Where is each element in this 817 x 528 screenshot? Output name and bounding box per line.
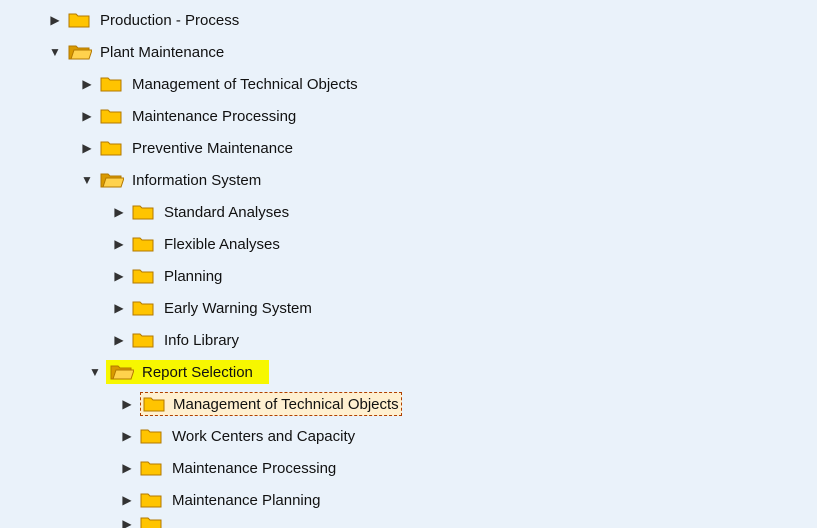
folder-closed-icon	[140, 516, 164, 528]
folder-closed-icon	[100, 74, 124, 94]
tree-label: Maintenance Planning	[172, 492, 320, 509]
expand-arrow-icon[interactable]: ▶	[80, 77, 94, 91]
folder-closed-icon	[68, 10, 92, 30]
folder-closed-icon	[132, 330, 156, 350]
folder-closed-icon	[140, 426, 164, 446]
expand-arrow-icon[interactable]: ▶	[120, 517, 134, 528]
tree-label: Management of Technical Objects	[132, 76, 358, 93]
tree-node-preventive-maintenance[interactable]: ▶ Preventive Maintenance	[0, 132, 817, 164]
expand-arrow-icon[interactable]: ▶	[80, 109, 94, 123]
selection-box: Management of Technical Objects	[140, 392, 402, 416]
tree-node-early-warning[interactable]: ▶ Early Warning System	[0, 292, 817, 324]
tree-label: Production - Process	[100, 12, 239, 29]
folder-closed-icon	[132, 266, 156, 286]
tree-node-cutoff[interactable]: ▶	[0, 516, 817, 528]
expand-arrow-icon[interactable]: ▶	[112, 301, 126, 315]
expand-arrow-icon[interactable]: ▶	[48, 13, 62, 27]
tree-node-flex-analyses[interactable]: ▶ Flexible Analyses	[0, 228, 817, 260]
tree-label: Maintenance Processing	[172, 460, 336, 477]
expand-arrow-icon[interactable]: ▶	[120, 461, 134, 475]
tree-node-std-analyses[interactable]: ▶ Standard Analyses	[0, 196, 817, 228]
expand-arrow-icon[interactable]: ▶	[112, 269, 126, 283]
expand-arrow-icon[interactable]: ▶	[120, 429, 134, 443]
tree-node-plant-maintenance[interactable]: ▼ Plant Maintenance	[0, 36, 817, 68]
tree-label: Maintenance Processing	[132, 108, 296, 125]
tree-node-planning[interactable]: ▶ Planning	[0, 260, 817, 292]
tree-node-info-library[interactable]: ▶ Info Library	[0, 324, 817, 356]
folder-closed-icon	[132, 298, 156, 318]
folder-closed-icon	[100, 106, 124, 126]
tree-label: Info Library	[164, 332, 239, 349]
collapse-arrow-icon[interactable]: ▼	[80, 173, 94, 187]
expand-arrow-icon[interactable]: ▶	[120, 397, 134, 411]
folder-closed-icon	[143, 394, 167, 414]
folder-open-icon	[110, 362, 134, 382]
tree-label: Flexible Analyses	[164, 236, 280, 253]
folder-open-icon	[68, 42, 92, 62]
expand-arrow-icon[interactable]: ▶	[120, 493, 134, 507]
folder-open-icon	[100, 170, 124, 190]
tree-node-rs-maint-planning[interactable]: ▶ Maintenance Planning	[0, 484, 817, 516]
expand-arrow-icon[interactable]: ▶	[112, 205, 126, 219]
tree-node-rs-work-centers[interactable]: ▶ Work Centers and Capacity	[0, 420, 817, 452]
tree-label: Standard Analyses	[164, 204, 289, 221]
navigation-tree: ▶ Production - Process ▼ Plant Maintenan…	[0, 0, 817, 528]
tree-node-information-system[interactable]: ▼ Information System	[0, 164, 817, 196]
tree-label: Preventive Maintenance	[132, 140, 293, 157]
tree-label: Information System	[132, 172, 261, 189]
expand-arrow-icon[interactable]: ▶	[112, 237, 126, 251]
tree-node-mgmt-tech-objects[interactable]: ▶ Management of Technical Objects	[0, 68, 817, 100]
collapse-arrow-icon[interactable]: ▼	[48, 45, 62, 59]
folder-closed-icon	[140, 490, 164, 510]
tree-label: Work Centers and Capacity	[172, 428, 355, 445]
expand-arrow-icon[interactable]: ▶	[80, 141, 94, 155]
tree-label: Early Warning System	[164, 300, 312, 317]
tree-node-rs-mgmt-tech-objects[interactable]: ▶ Management of Technical Objects	[0, 388, 817, 420]
highlight-mark: Report Selection	[106, 360, 269, 384]
tree-label: Planning	[164, 268, 222, 285]
tree-node-report-selection[interactable]: ▼ Report Selection	[0, 356, 817, 388]
expand-arrow-icon[interactable]: ▶	[112, 333, 126, 347]
folder-closed-icon	[100, 138, 124, 158]
tree-label: Report Selection	[142, 364, 253, 381]
folder-closed-icon	[132, 234, 156, 254]
tree-node-production-process[interactable]: ▶ Production - Process	[0, 4, 817, 36]
folder-closed-icon	[140, 458, 164, 478]
collapse-arrow-icon[interactable]: ▼	[88, 365, 102, 379]
tree-label: Plant Maintenance	[100, 44, 224, 61]
tree-label: Management of Technical Objects	[173, 396, 399, 413]
tree-node-maint-processing[interactable]: ▶ Maintenance Processing	[0, 100, 817, 132]
folder-closed-icon	[132, 202, 156, 222]
tree-node-rs-maint-processing[interactable]: ▶ Maintenance Processing	[0, 452, 817, 484]
